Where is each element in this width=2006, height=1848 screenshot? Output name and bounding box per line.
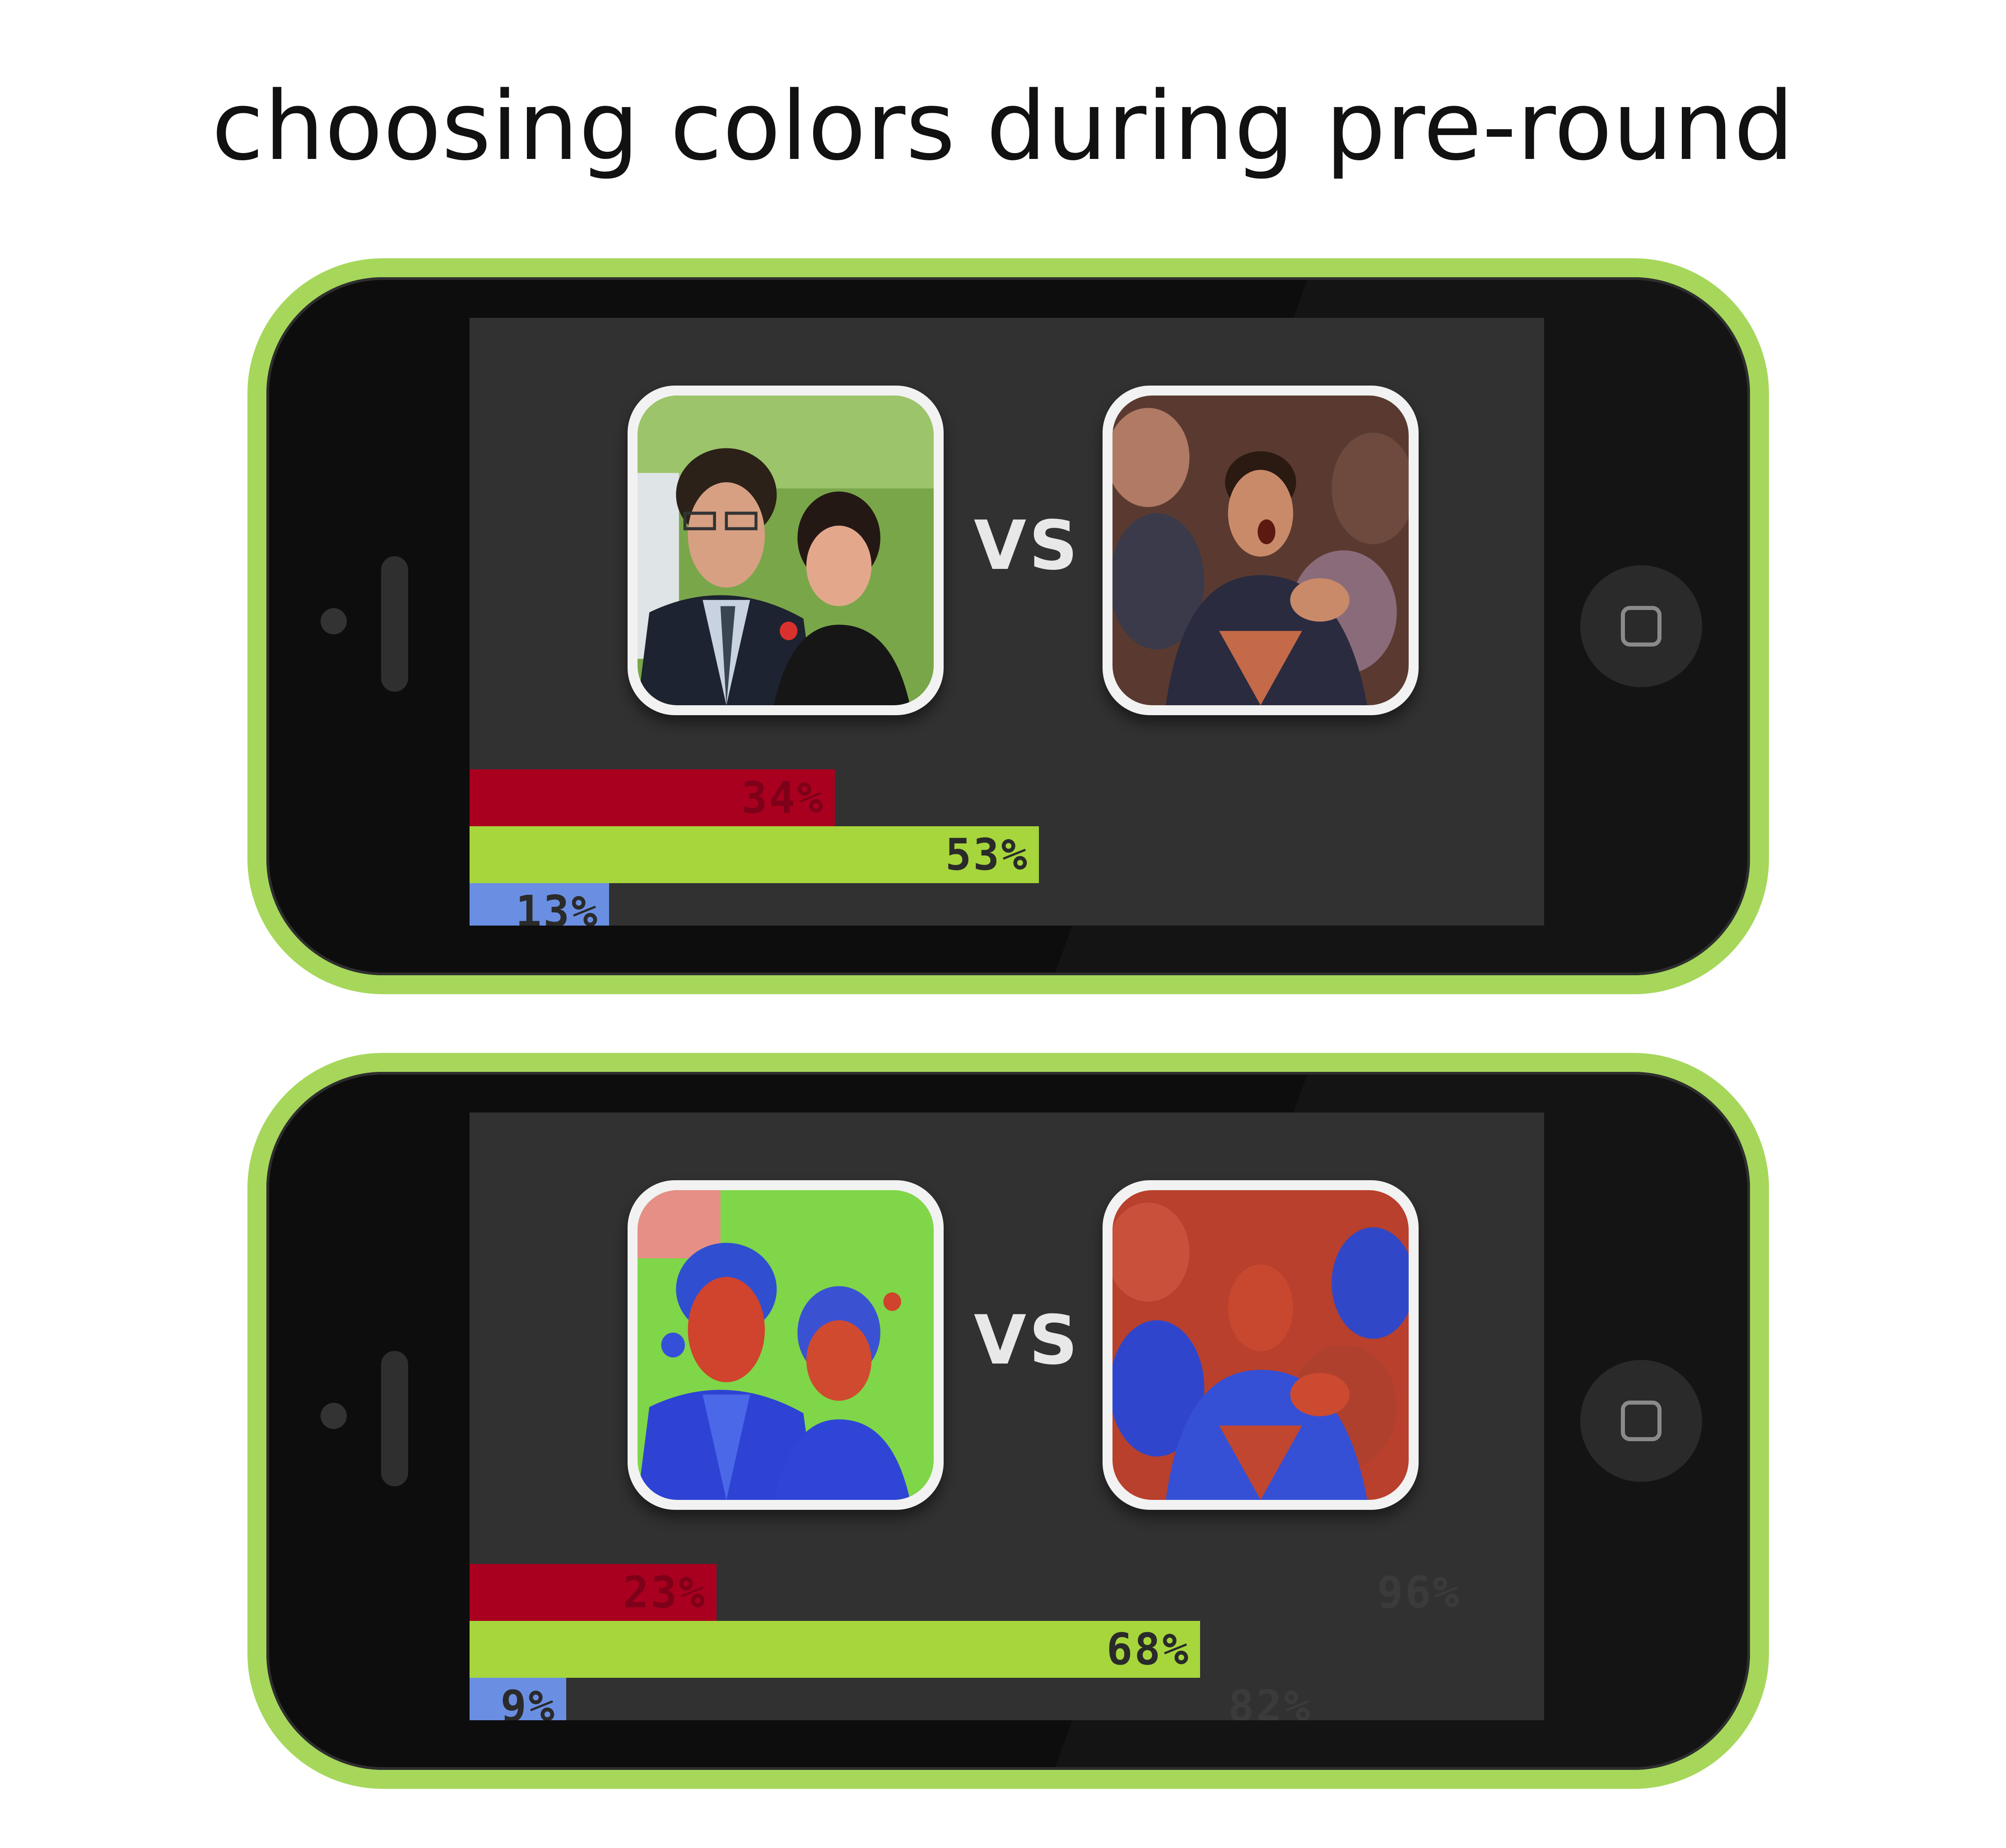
phone-mockup-2: VS 23% 68% 9% 96% 82% [247, 1053, 1769, 1789]
bar-percent-label: 23% [623, 1567, 707, 1618]
red-vote-bar: 34% [470, 769, 835, 826]
versus-label: VS [973, 507, 1081, 585]
front-camera-icon [321, 1403, 347, 1429]
blue-vote-bar: 9% [470, 1678, 566, 1720]
home-button-icon [1621, 606, 1662, 647]
page-title: choosing colors during pre-round [211, 71, 1795, 182]
front-camera-icon [321, 608, 347, 634]
speaker-icon [381, 1351, 408, 1486]
player-photo-left[interactable] [628, 1180, 944, 1510]
couple-photo [638, 396, 934, 705]
versus-label: VS [973, 1301, 1081, 1380]
bar-percent-label: 68% [1106, 1624, 1190, 1675]
home-button-icon [1621, 1401, 1662, 1441]
home-button[interactable] [1580, 1360, 1702, 1482]
bar-percent-label: 34% [741, 773, 825, 823]
bar-percent-label: 53% [945, 829, 1029, 880]
faded-percent-label: 96% [1377, 1567, 1461, 1618]
game-screen: VS 23% 68% 9% 96% 82% [470, 1113, 1544, 1720]
game-screen: VS 34% 53% 13% [470, 318, 1544, 926]
green-vote-bar: 68% [470, 1621, 1200, 1678]
bar-percent-label: 13% [515, 886, 599, 926]
crowd-photo-segmented [1112, 1190, 1409, 1500]
speaker-icon [381, 556, 408, 692]
blue-vote-bar: 13% [470, 883, 609, 926]
red-vote-bar: 23% [470, 1564, 717, 1621]
player-photo-left[interactable] [628, 386, 944, 715]
couple-photo-segmented [638, 1190, 934, 1500]
faded-percent-label: 82% [1228, 1681, 1312, 1720]
bar-percent-label: 9% [500, 1681, 556, 1720]
player-photo-right[interactable] [1103, 386, 1419, 715]
phone-mockup-1: VS 34% 53% 13% [247, 258, 1769, 994]
home-button[interactable] [1580, 565, 1702, 687]
player-photo-right[interactable] [1103, 1180, 1419, 1510]
crowd-photo [1112, 396, 1409, 705]
green-vote-bar: 53% [470, 826, 1039, 883]
